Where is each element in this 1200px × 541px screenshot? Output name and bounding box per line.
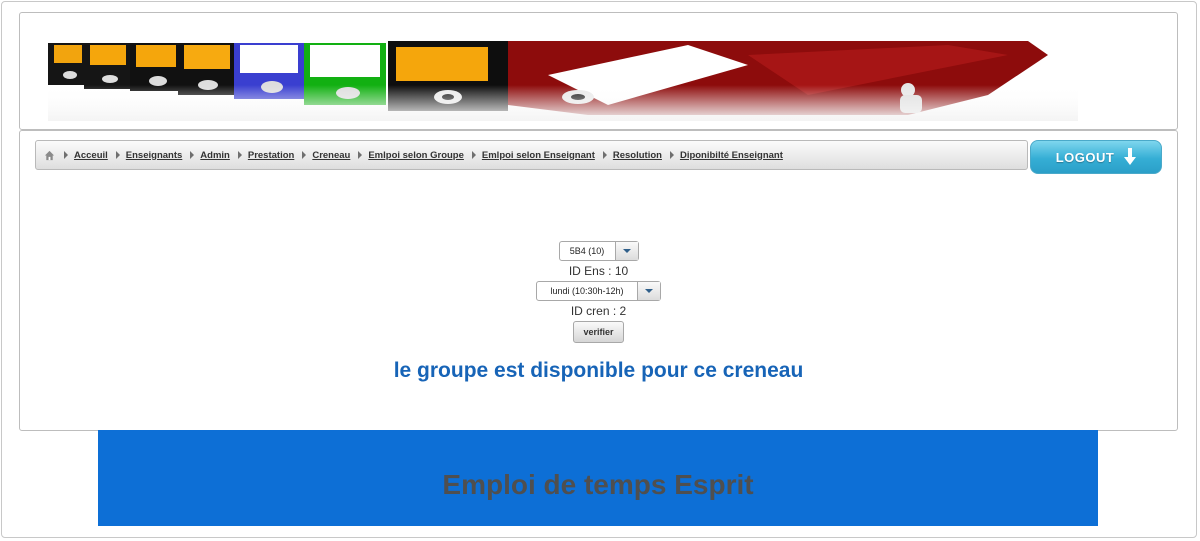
breadcrumb-link-enseignants[interactable]: Enseignants [126,150,183,161]
breadcrumb-link-disponibilite[interactable]: Diponibilté Enseignant [680,150,783,161]
chevron-right-icon [64,151,68,159]
breadcrumb-item-admin: Admin [190,150,238,161]
breadcrumb-link-acceuil[interactable]: Acceuil [74,150,108,161]
chevron-down-icon[interactable] [637,282,660,300]
footer-title: Emploi de temps Esprit [442,469,754,500]
chevron-right-icon [602,151,607,159]
chevron-right-icon [302,151,307,159]
creneau-select[interactable]: lundi (10:30h-12h) [536,281,661,301]
banner-binders-image [48,35,1078,121]
chevron-right-icon [115,151,120,159]
breadcrumb-link-emploi-groupe[interactable]: Emlpoi selon Groupe [368,150,464,161]
breadcrumb-item-resolution: Resolution [602,150,670,161]
breadcrumb: Acceuil Enseignants Admin Prestation Cre… [35,140,1028,170]
result-message: le groupe est disponible pour ce creneau [393,359,804,382]
chevron-right-icon [190,151,195,159]
down-arrow-icon [1124,148,1137,165]
breadcrumb-item-prestation: Prestation [237,150,302,161]
logout-label: LOGOUT [1055,149,1115,165]
chevron-right-icon [471,151,476,159]
chevron-right-icon [669,151,674,159]
chevron-down-icon[interactable] [614,242,638,260]
chevron-right-icon [358,151,363,159]
id-cren-label: ID cren : 2 [570,304,627,318]
verify-button[interactable]: verifier [573,321,624,343]
creneau-select-value: lundi (10:30h-12h) [550,286,624,296]
breadcrumb-item-disponibilite: Diponibilté Enseignant [669,150,791,161]
breadcrumb-item-enseignants: Enseignants [115,150,191,161]
breadcrumb-link-emploi-enseignant[interactable]: Emlpoi selon Enseignant [482,150,595,161]
breadcrumb-item-acceuil: Acceuil [64,150,116,161]
chevron-right-icon [237,151,242,159]
breadcrumb-item-creneau: Creneau [302,150,358,161]
group-select-value: 5B4 (10) [569,246,605,256]
breadcrumb-link-resolution[interactable]: Resolution [613,150,662,161]
id-ens-label: ID Ens : 10 [568,264,629,278]
logout-button[interactable]: LOGOUT [1030,140,1162,174]
home-icon[interactable] [44,150,55,161]
breadcrumb-item-emploi-groupe: Emlpoi selon Groupe [358,150,472,161]
breadcrumb-item-emploi-enseignant: Emlpoi selon Enseignant [471,150,603,161]
footer: Emploi de temps Esprit [98,430,1098,526]
breadcrumb-link-prestation[interactable]: Prestation [248,150,294,161]
group-select[interactable]: 5B4 (10) [558,241,639,261]
header-banner [19,12,1178,130]
breadcrumb-link-admin[interactable]: Admin [200,150,230,161]
breadcrumb-link-creneau[interactable]: Creneau [312,150,350,161]
main-content-panel: Acceuil Enseignants Admin Prestation Cre… [19,130,1178,431]
availability-form: 5B4 (10) ID Ens : 10 lundi (10:30h-12h) … [20,241,1177,383]
